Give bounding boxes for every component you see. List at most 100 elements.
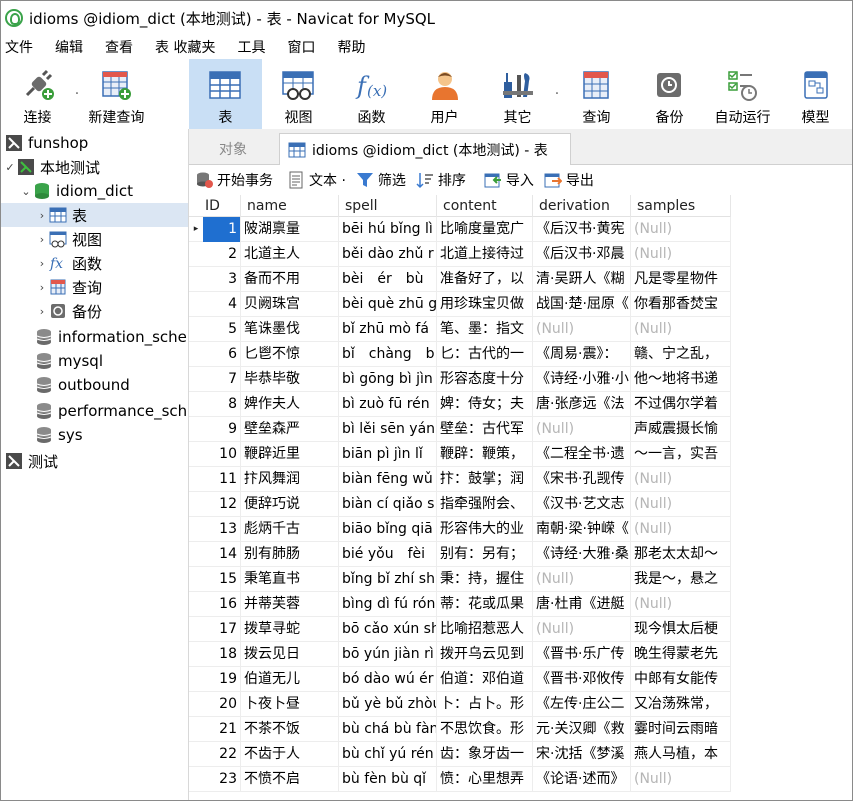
cell-spell[interactable]: bō cǎo xún sh xyxy=(339,617,437,642)
cell-derivation[interactable]: 《论语·述而》 xyxy=(533,767,631,792)
tree-conn-funshop[interactable]: funshop xyxy=(5,131,88,155)
cell-name[interactable]: 彪炳千古 xyxy=(241,517,339,542)
tree-db-performance-schema[interactable]: performance_schema xyxy=(35,399,188,423)
import-button[interactable]: 导入 xyxy=(484,170,534,190)
cell-name[interactable]: 拨草寻蛇 xyxy=(241,617,339,642)
table-row[interactable]: 3 备而不用 bèi ér bù 准备好了，以 清·吴趼人《糊 凡是零星物件 xyxy=(189,267,731,292)
cell-name[interactable]: 壁垒森严 xyxy=(241,417,339,442)
row-marker[interactable] xyxy=(189,517,203,541)
cell-samples[interactable]: 你看那香焚宝 xyxy=(631,292,731,317)
table-row[interactable]: 16 并蒂芙蓉 bìng dì fú róng 蒂：花或瓜果 唐·杜甫《进艇 (Null) xyxy=(189,592,731,617)
cell-content[interactable]: 秉：持，握住 xyxy=(437,567,533,592)
cell-id[interactable]: 6 xyxy=(203,342,241,367)
connect-button[interactable]: 连接 xyxy=(1,59,74,129)
cell-content[interactable]: 北道上接待过 xyxy=(437,242,533,267)
other-button[interactable]: 其它 xyxy=(481,59,554,129)
cell-spell[interactable]: bō yún jiàn rì xyxy=(339,642,437,667)
filter-button[interactable]: 筛选 xyxy=(356,170,406,190)
column-header-spell[interactable]: spell xyxy=(339,195,437,217)
cell-content[interactable]: 愤：心里想弄 xyxy=(437,767,533,792)
cell-derivation[interactable]: 宋·沈括《梦溪 xyxy=(533,742,631,767)
cell-derivation[interactable]: 战国·楚·屈原《 xyxy=(533,292,631,317)
cell-content[interactable]: 形容态度十分 xyxy=(437,367,533,392)
row-marker[interactable] xyxy=(189,742,203,766)
cell-samples[interactable]: (Null) xyxy=(631,317,731,342)
cell-samples[interactable]: 霎时间云雨暗 xyxy=(631,717,731,742)
row-marker[interactable] xyxy=(189,592,203,616)
menu-table-favorites[interactable]: 表 收藏夹 xyxy=(155,37,215,57)
cell-derivation[interactable]: 《汉书·艺文志 xyxy=(533,492,631,517)
cell-content[interactable]: 壁垒：古代军 xyxy=(437,417,533,442)
table-row[interactable]: 13 彪炳千古 biāo bǐng qiā 形容伟大的业 南朝·梁·钟嵘《 (Null) xyxy=(189,517,731,542)
cell-id[interactable]: 22 xyxy=(203,742,241,767)
cell-samples[interactable]: (Null) xyxy=(631,767,731,792)
cell-content[interactable]: 笔、墨：指文 xyxy=(437,317,533,342)
cell-spell[interactable]: biān pì jìn lǐ xyxy=(339,442,437,467)
table-row[interactable]: 17 拨草寻蛇 bō cǎo xún sh 比喻招惹恶人 (Null) 现今惧太后梗 xyxy=(189,617,731,642)
table-row[interactable]: 10 鞭辟近里 biān pì jìn lǐ 鞭辟：鞭策， 《二程全书·遗 ～一言，实吾 xyxy=(189,442,731,467)
row-marker[interactable] xyxy=(189,617,203,641)
cell-derivation[interactable]: (Null) xyxy=(533,417,631,442)
cell-spell[interactable]: bù fèn bù qǐ xyxy=(339,767,437,792)
cell-samples[interactable]: 现今惧太后梗 xyxy=(631,617,731,642)
cell-id[interactable]: 7 xyxy=(203,367,241,392)
cell-id[interactable]: 12 xyxy=(203,492,241,517)
begin-transaction-button[interactable]: 开始事务 xyxy=(195,170,273,190)
table-row[interactable]: 4 贝阙珠宫 bèi què zhū g 用珍珠宝贝做 战国·楚·屈原《 你看那香焚宝 xyxy=(189,292,731,317)
chevron-down-icon[interactable]: ⌄ xyxy=(19,185,33,198)
tree-db-idiom-dict[interactable]: ⌄ idiom_dict xyxy=(19,179,133,203)
cell-id[interactable]: 21 xyxy=(203,717,241,742)
sort-button[interactable]: 排序 xyxy=(416,170,466,190)
cell-content[interactable]: 卜：占卜。形 xyxy=(437,692,533,717)
row-marker[interactable] xyxy=(189,367,203,391)
cell-samples[interactable]: 赣、宁之乱， xyxy=(631,342,731,367)
cell-content[interactable]: 伯道：邓伯道 xyxy=(437,667,533,692)
cell-samples[interactable]: (Null) xyxy=(631,242,731,267)
row-marker[interactable] xyxy=(189,267,203,291)
cell-id[interactable]: 17 xyxy=(203,617,241,642)
cell-derivation[interactable]: 《周易·震》： xyxy=(533,342,631,367)
cell-name[interactable]: 不茶不饭 xyxy=(241,717,339,742)
export-button[interactable]: 导出 xyxy=(544,170,594,190)
cell-spell[interactable]: bì zuò fū rén xyxy=(339,392,437,417)
cell-spell[interactable]: bù chá bù fàn xyxy=(339,717,437,742)
cell-id[interactable]: 4 xyxy=(203,292,241,317)
cell-name[interactable]: 不愤不启 xyxy=(241,767,339,792)
tree-backups[interactable]: › 备份 xyxy=(35,299,102,323)
cell-name[interactable]: 别有肺肠 xyxy=(241,542,339,567)
cell-spell[interactable]: bǔ yè bǔ zhòu xyxy=(339,692,437,717)
cell-id[interactable]: 5 xyxy=(203,317,241,342)
new-query-button[interactable]: 新建查询 xyxy=(80,59,153,129)
row-marker[interactable] xyxy=(189,642,203,666)
tree-db-mysql[interactable]: mysql xyxy=(35,349,103,373)
cell-content[interactable]: 准备好了，以 xyxy=(437,267,533,292)
table-row[interactable]: 20 卜夜卜昼 bǔ yè bǔ zhòu 卜：占卜。形 《左传·庄公二 又冶荡殊常， xyxy=(189,692,731,717)
cell-id[interactable]: 14 xyxy=(203,542,241,567)
cell-samples[interactable]: 中郎有女能传 xyxy=(631,667,731,692)
table-row[interactable]: 9 壁垒森严 bì lěi sēn yán 壁垒：古代军 (Null) 声威震摄长愉 xyxy=(189,417,731,442)
cell-name[interactable]: 拨云见日 xyxy=(241,642,339,667)
cell-id[interactable]: 13 xyxy=(203,517,241,542)
cell-name[interactable]: 匕鬯不惊 xyxy=(241,342,339,367)
cell-name[interactable]: 秉笔直书 xyxy=(241,567,339,592)
cell-spell[interactable]: bì gōng bì jìn xyxy=(339,367,437,392)
cell-spell[interactable]: bǐng bǐ zhí sh xyxy=(339,567,437,592)
tree-conn-test[interactable]: 测试 xyxy=(5,449,58,473)
cell-derivation[interactable]: 《晋书·邓攸传 xyxy=(533,667,631,692)
tree-db-information-schema[interactable]: information_schema xyxy=(35,325,188,349)
column-header-samples[interactable]: samples xyxy=(631,195,731,217)
table-row[interactable]: 6 匕鬯不惊 bǐ chàng b 匕：古代的一 《周易·震》： 赣、宁之乱， xyxy=(189,342,731,367)
cell-id[interactable]: 9 xyxy=(203,417,241,442)
table-row[interactable]: 8 婢作夫人 bì zuò fū rén 婢：侍女；夫 唐·张彦远《法 不过偶尔学着 xyxy=(189,392,731,417)
tree-db-sys[interactable]: sys xyxy=(35,423,83,447)
cell-name[interactable]: 伯道无儿 xyxy=(241,667,339,692)
cell-name[interactable]: 婢作夫人 xyxy=(241,392,339,417)
cell-content[interactable]: 蒂：花或瓜果 xyxy=(437,592,533,617)
cell-id[interactable]: 18 xyxy=(203,642,241,667)
row-marker[interactable] xyxy=(189,292,203,316)
table-row[interactable]: 21 不茶不饭 bù chá bù fàn 不思饮食。形 元·关汉卿《救 霎时间云雨暗 xyxy=(189,717,731,742)
row-marker[interactable] xyxy=(189,717,203,741)
cell-id[interactable]: 8 xyxy=(203,392,241,417)
cell-id[interactable]: 15 xyxy=(203,567,241,592)
cell-spell[interactable]: bó dào wú ér xyxy=(339,667,437,692)
